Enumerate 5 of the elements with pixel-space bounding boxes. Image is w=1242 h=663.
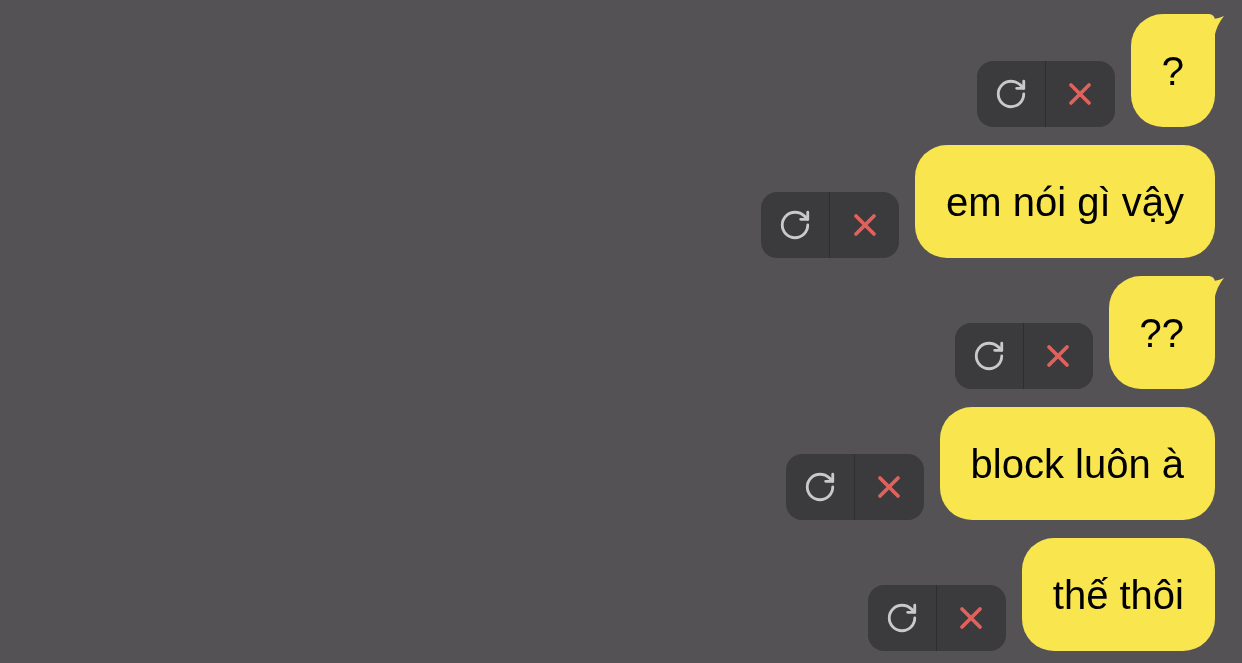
- message-bubble: thế thôi: [1021, 538, 1215, 651]
- message-bubble: ??: [1108, 276, 1215, 389]
- message-bubble: ?: [1130, 14, 1215, 127]
- message-bubble: block luôn à: [939, 407, 1215, 520]
- message-bubble: em nói gì vậy: [915, 145, 1215, 258]
